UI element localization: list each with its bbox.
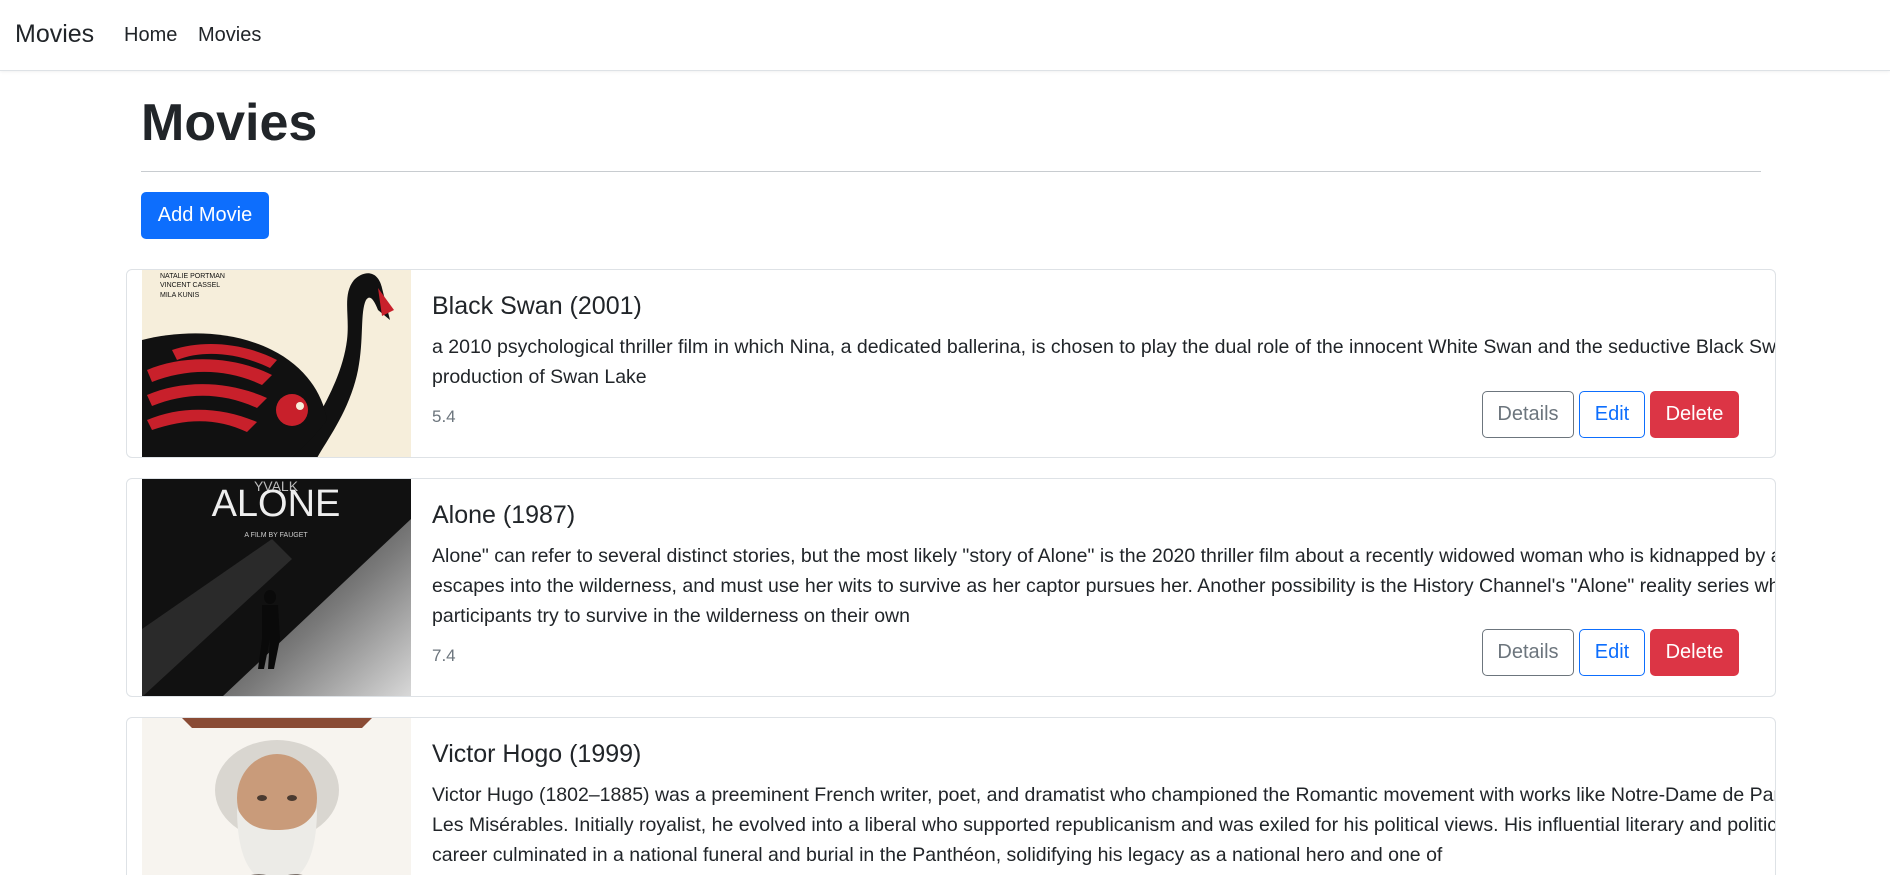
delete-button[interactable]: Delete: [1650, 629, 1739, 676]
movie-card: YVALK ALONE A FILM BY FAUGET Alone (1987…: [126, 478, 1776, 697]
nav-link-home[interactable]: Home: [124, 24, 177, 47]
poster-credit: MILA KUNIS: [160, 292, 200, 299]
add-movie-button[interactable]: Add Movie: [141, 192, 269, 239]
navbar-brand[interactable]: Movies: [15, 20, 94, 49]
alone-poster-image: YVALK ALONE A FILM BY FAUGET: [142, 479, 411, 696]
delete-button[interactable]: Delete: [1650, 391, 1739, 438]
movie-rating: 5.4: [432, 407, 456, 426]
details-button[interactable]: Details: [1482, 629, 1574, 676]
movie-poster: [142, 718, 411, 875]
movie-description: Victor Hugo (1802–1885) was a preeminent…: [432, 784, 1776, 866]
details-button[interactable]: Details: [1482, 391, 1574, 438]
poster-credit: VINCENT CASSEL: [160, 282, 220, 289]
poster-subtitle: A FILM BY FAUGET: [244, 532, 308, 539]
black-swan-poster-image: NATALIE PORTMAN VINCENT CASSEL MILA KUNI…: [142, 270, 411, 457]
movie-poster: YVALK ALONE A FILM BY FAUGET: [142, 479, 411, 696]
divider: [141, 171, 1761, 172]
movie-poster: NATALIE PORTMAN VINCENT CASSEL MILA KUNI…: [142, 270, 411, 457]
nav-link-movies[interactable]: Movies: [198, 24, 261, 47]
poster-credit: NATALIE PORTMAN: [160, 273, 225, 280]
edit-button[interactable]: Edit: [1579, 629, 1645, 676]
edit-button[interactable]: Edit: [1579, 391, 1645, 438]
movie-card: NATALIE PORTMAN VINCENT CASSEL MILA KUNI…: [126, 269, 1776, 458]
movie-description: Alone" can refer to several distinct sto…: [432, 545, 1776, 627]
movie-title: Victor Hogo (1999): [432, 740, 642, 768]
movie-description: a 2010 psychological thriller film in wh…: [432, 336, 1776, 388]
movie-rating: 7.4: [432, 646, 456, 665]
movie-title: Alone (1987): [432, 501, 576, 529]
page-title: Movies: [141, 94, 318, 152]
movie-card: Victor Hogo (1999) Victor Hugo (1802–188…: [126, 717, 1776, 875]
navbar: Movies Home Movies: [0, 0, 1890, 71]
movie-title: Black Swan (2001): [432, 292, 642, 320]
victor-hugo-poster-image: [142, 718, 411, 875]
poster-title: ALONE: [212, 483, 341, 525]
